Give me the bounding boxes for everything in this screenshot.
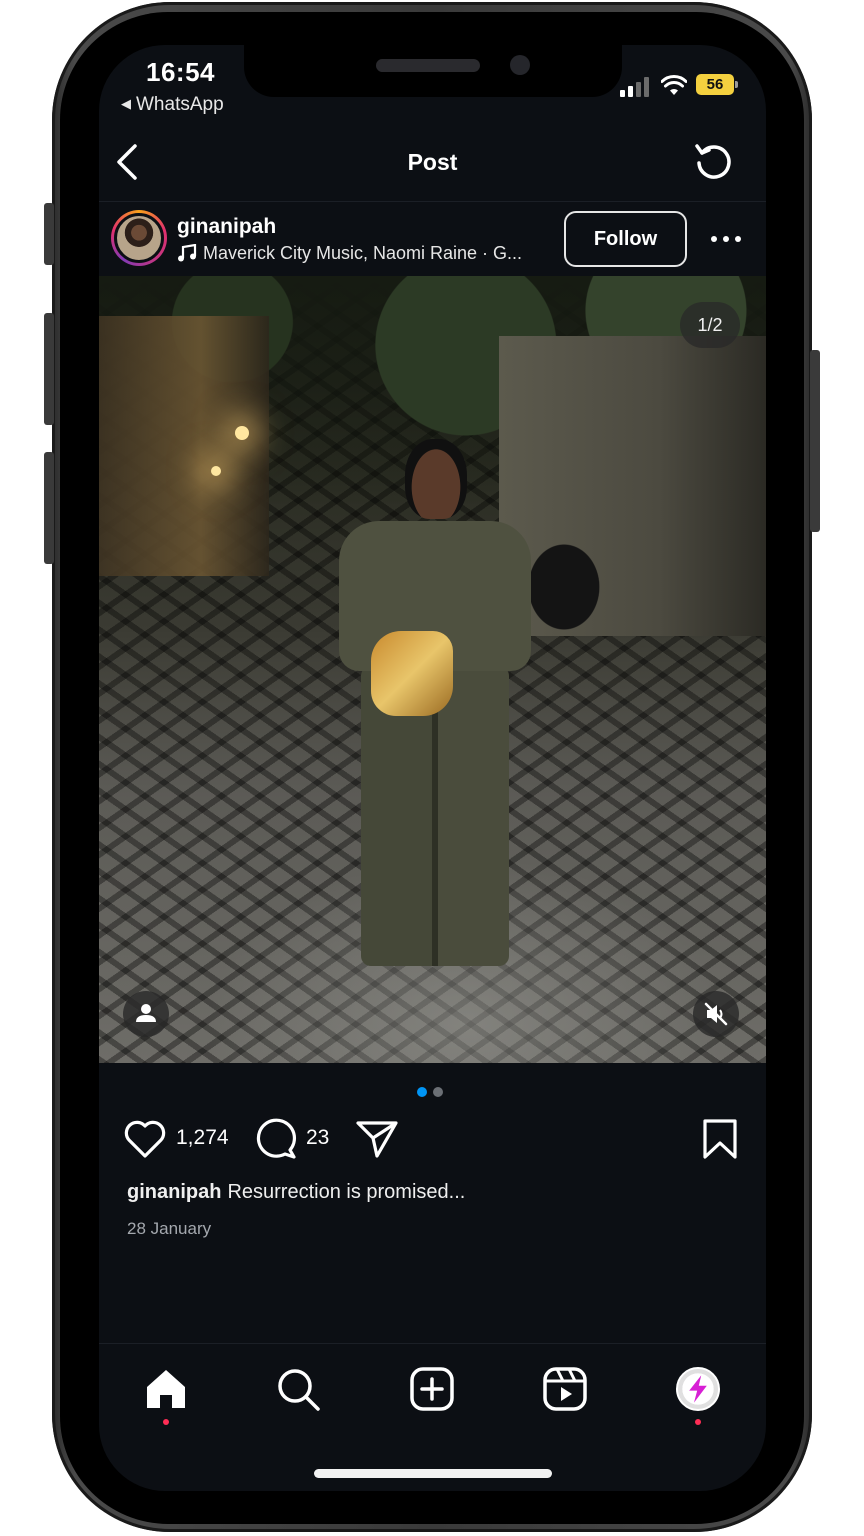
- mute-button[interactable]: [693, 991, 739, 1037]
- cellular-signal-icon: [620, 77, 649, 97]
- back-app-label: WhatsApp: [136, 94, 224, 115]
- comment-icon[interactable]: [254, 1117, 298, 1161]
- carousel-indicator: [417, 1084, 449, 1102]
- photo-street-light: [235, 426, 249, 440]
- comment-count[interactable]: 23: [306, 1126, 329, 1150]
- author-username[interactable]: ginanipah: [177, 215, 276, 239]
- page-title: Post: [407, 149, 458, 175]
- profile-icon: [676, 1367, 720, 1411]
- profile-tab[interactable]: [674, 1365, 722, 1413]
- battery-nub: [735, 81, 738, 88]
- like-count[interactable]: 1,274: [176, 1126, 229, 1150]
- post-date: 28 January: [127, 1219, 212, 1238]
- music-note-icon: [178, 244, 197, 262]
- home-indicator[interactable]: [314, 1469, 552, 1478]
- caption-username[interactable]: ginanipah: [127, 1181, 221, 1203]
- nav-divider: [99, 1343, 766, 1344]
- avatar-image: [114, 213, 164, 263]
- power-button: [810, 350, 820, 532]
- carousel-dot: [433, 1087, 443, 1097]
- battery-indicator: 56: [696, 74, 734, 95]
- volume-up-button: [44, 313, 54, 425]
- follow-button[interactable]: Follow: [564, 211, 687, 267]
- search-icon[interactable]: [274, 1365, 322, 1413]
- audio-label: Maverick City Music, Naomi Raine · G...: [203, 243, 523, 263]
- home-notification-dot: [163, 1419, 169, 1425]
- audio-link[interactable]: Maverick City Music, Naomi Raine · G...: [177, 243, 522, 264]
- battery-level: 56: [706, 76, 724, 93]
- post-image[interactable]: [99, 276, 766, 1063]
- photo-left-building: [99, 316, 269, 576]
- app-screen: 16:54 ◀ WhatsApp 56 Post ginanipah Maveri…: [99, 45, 766, 1491]
- author-avatar[interactable]: [111, 210, 167, 266]
- reels-icon[interactable]: [541, 1365, 589, 1413]
- wifi-icon: [661, 75, 687, 95]
- post-caption[interactable]: ginanipah Resurrection is promised...: [127, 1181, 465, 1204]
- header-divider: [99, 201, 766, 202]
- image-counter: 1/2: [680, 302, 740, 348]
- photo-clutch-bag: [371, 631, 453, 716]
- heart-icon[interactable]: [123, 1118, 167, 1160]
- caption-text: Resurrection is promised...: [227, 1181, 466, 1203]
- home-icon[interactable]: [142, 1365, 190, 1413]
- share-icon[interactable]: [355, 1118, 399, 1160]
- tagged-people-button[interactable]: [123, 991, 169, 1037]
- refresh-icon[interactable]: [693, 141, 735, 183]
- speaker-muted-icon: [704, 1002, 728, 1026]
- profile-notification-dot: [695, 1419, 701, 1425]
- earpiece-speaker: [376, 59, 480, 72]
- more-options-icon[interactable]: [710, 233, 742, 245]
- create-icon[interactable]: [408, 1365, 456, 1413]
- front-camera: [510, 55, 530, 75]
- back-to-app-link[interactable]: ◀ WhatsApp: [121, 94, 224, 116]
- bookmark-icon[interactable]: [700, 1117, 740, 1161]
- person-icon: [136, 1004, 156, 1022]
- silent-switch: [44, 203, 54, 265]
- carousel-dot-active: [417, 1087, 427, 1097]
- photo-street-light: [211, 466, 221, 476]
- status-time: 16:54: [146, 57, 215, 87]
- lightning-bolt-icon: [689, 1375, 707, 1403]
- photo-figure-head: [405, 439, 467, 519]
- back-triangle-icon: ◀: [121, 96, 131, 111]
- volume-down-button: [44, 452, 54, 564]
